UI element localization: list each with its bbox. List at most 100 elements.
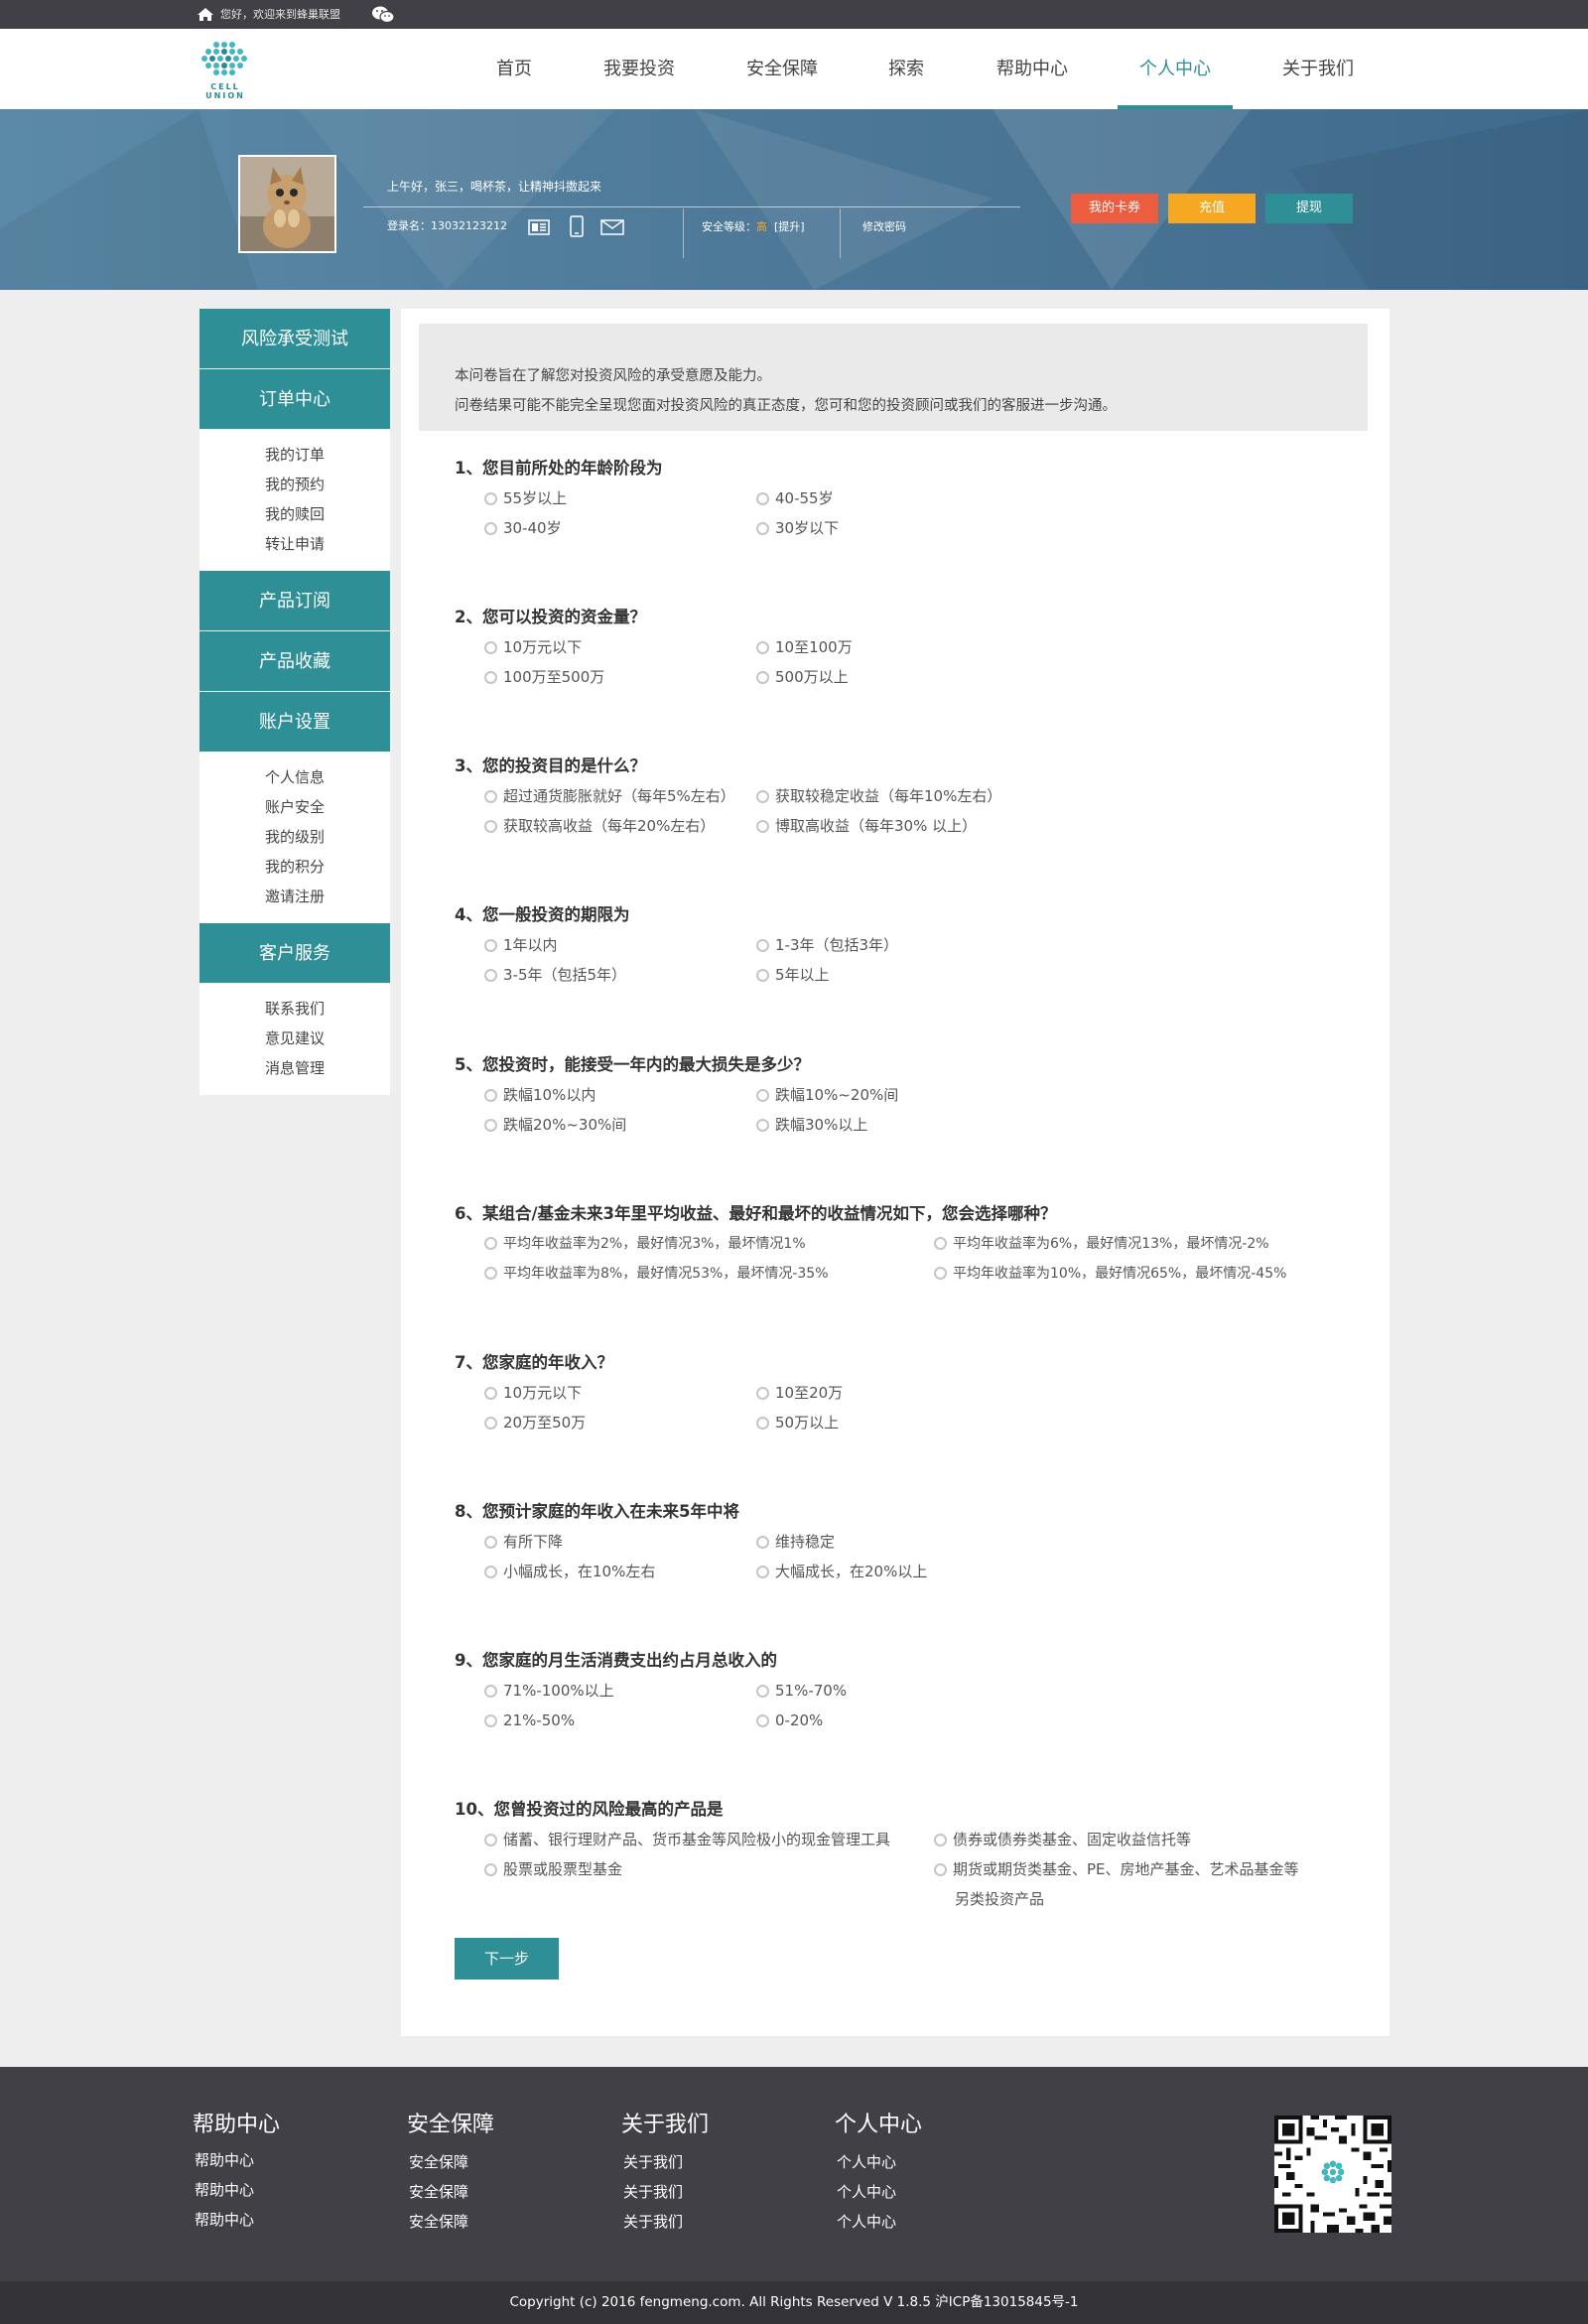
option[interactable]: 50万以上 [756, 1413, 839, 1433]
nav-explore[interactable]: 探索 [886, 29, 926, 109]
option[interactable]: 51%-70% [756, 1681, 847, 1701]
radio-icon[interactable] [484, 492, 497, 505]
radio-icon[interactable] [484, 969, 497, 982]
nav-help[interactable]: 帮助中心 [994, 29, 1070, 109]
radio-icon[interactable] [484, 1387, 497, 1400]
nav-invest[interactable]: 我要投资 [601, 29, 677, 109]
sidebar-item-invite[interactable]: 邀请注册 [199, 882, 390, 911]
radio-icon[interactable] [934, 1267, 947, 1280]
option[interactable]: 71%-100%以上 [484, 1681, 614, 1701]
option[interactable]: 超过通货膨胀就好（每年5%左右） [484, 786, 735, 806]
footer-link[interactable]: 安全保障 [409, 2177, 494, 2207]
footer-link[interactable]: 个人中心 [837, 2147, 922, 2177]
radio-icon[interactable] [484, 1417, 497, 1430]
option[interactable]: 维持稳定 [756, 1532, 835, 1552]
radio-icon[interactable] [934, 1834, 947, 1846]
id-card-icon[interactable] [528, 219, 550, 235]
sidebar-head-customer-service[interactable]: 客户服务 [199, 923, 390, 984]
sidebar-item-personal-info[interactable]: 个人信息 [199, 762, 390, 792]
radio-icon[interactable] [484, 641, 497, 654]
radio-icon[interactable] [484, 1089, 497, 1102]
option[interactable]: 100万至500万 [484, 667, 604, 687]
radio-icon[interactable] [756, 969, 769, 982]
sidebar-item-account-security[interactable]: 账户安全 [199, 792, 390, 822]
footer-link[interactable]: 帮助中心 [195, 2145, 280, 2175]
footer-link[interactable]: 关于我们 [623, 2177, 709, 2207]
sidebar-item-contact-us[interactable]: 联系我们 [199, 994, 390, 1024]
avatar[interactable] [238, 155, 336, 253]
radio-icon[interactable] [756, 1387, 769, 1400]
option[interactable]: 5年以上 [756, 965, 830, 985]
sidebar-item-my-redemptions[interactable]: 我的赎回 [199, 499, 390, 529]
radio-icon[interactable] [484, 1119, 497, 1132]
email-icon[interactable] [600, 219, 624, 235]
option[interactable]: 平均年收益率为2%，最好情况3%，最坏情况1% [484, 1234, 806, 1254]
change-password-link[interactable]: 修改密码 [862, 220, 906, 234]
radio-icon[interactable] [484, 671, 497, 684]
security-upgrade-link[interactable]: [提升] [774, 220, 805, 233]
radio-icon[interactable] [484, 1714, 497, 1727]
footer-link[interactable]: 关于我们 [623, 2207, 709, 2237]
withdraw-button[interactable]: 提现 [1265, 194, 1353, 223]
footer-link[interactable]: 安全保障 [409, 2207, 494, 2237]
sidebar-item-feedback[interactable]: 意见建议 [199, 1024, 390, 1053]
option[interactable]: 21%-50% [484, 1710, 575, 1730]
radio-icon[interactable] [484, 1566, 497, 1578]
sidebar-head-account-settings[interactable]: 账户设置 [199, 692, 390, 752]
option[interactable]: 30岁以下 [756, 518, 839, 538]
option[interactable]: 55岁以上 [484, 488, 567, 508]
next-step-button[interactable]: 下一步 [455, 1938, 559, 1980]
nav-home[interactable]: 首页 [486, 29, 542, 109]
sidebar-head-subscriptions[interactable]: 产品订阅 [199, 571, 390, 631]
radio-icon[interactable] [934, 1863, 947, 1876]
option[interactable]: 30-40岁 [484, 518, 562, 538]
radio-icon[interactable] [484, 790, 497, 803]
sidebar-head-risk-test[interactable]: 风险承受测试 [199, 309, 390, 369]
option[interactable]: 平均年收益率为8%，最好情况53%，最坏情况-35% [484, 1264, 829, 1284]
option[interactable]: 债券或债券类基金、固定收益信托等 [934, 1830, 1191, 1849]
radio-icon[interactable] [756, 1536, 769, 1549]
sidebar-item-messages[interactable]: 消息管理 [199, 1053, 390, 1083]
radio-icon[interactable] [484, 1685, 497, 1698]
radio-icon[interactable] [756, 1566, 769, 1578]
phone-icon[interactable] [570, 215, 584, 237]
sidebar-item-my-orders[interactable]: 我的订单 [199, 440, 390, 470]
option[interactable]: 平均年收益率为10%，最好情况65%，最坏情况-45% [934, 1264, 1286, 1284]
radio-icon[interactable] [756, 492, 769, 505]
nav-security[interactable]: 安全保障 [744, 29, 820, 109]
option[interactable]: 跌幅30%以上 [756, 1115, 867, 1135]
radio-icon[interactable] [484, 1536, 497, 1549]
option[interactable]: 3-5年（包括5年） [484, 965, 626, 985]
radio-icon[interactable] [484, 522, 497, 535]
option[interactable]: 10至20万 [756, 1383, 843, 1403]
option[interactable]: 1年以内 [484, 935, 558, 955]
option[interactable]: 10万元以下 [484, 1383, 582, 1403]
option[interactable]: 平均年收益率为6%，最好情况13%，最坏情况-2% [934, 1234, 1269, 1254]
radio-icon[interactable] [756, 790, 769, 803]
recharge-button[interactable]: 充值 [1168, 194, 1256, 223]
sidebar-item-my-reservations[interactable]: 我的预约 [199, 470, 390, 499]
radio-icon[interactable] [484, 1834, 497, 1846]
radio-icon[interactable] [484, 1237, 497, 1250]
option[interactable]: 跌幅20%~30%间 [484, 1115, 626, 1135]
option[interactable]: 大幅成长，在20%以上 [756, 1562, 927, 1581]
sidebar-head-favorites[interactable]: 产品收藏 [199, 631, 390, 692]
footer-link[interactable]: 个人中心 [837, 2177, 922, 2207]
option[interactable]: 储蓄、银行理财产品、货币基金等风险极小的现金管理工具 [484, 1830, 890, 1849]
option[interactable]: 40-55岁 [756, 488, 834, 508]
radio-icon[interactable] [756, 1714, 769, 1727]
radio-icon[interactable] [484, 820, 497, 833]
footer-link[interactable]: 关于我们 [623, 2147, 709, 2177]
radio-icon[interactable] [756, 820, 769, 833]
option[interactable]: 20万至50万 [484, 1413, 586, 1433]
option[interactable]: 股票或股票型基金 [484, 1859, 622, 1879]
sidebar-head-order-center[interactable]: 订单中心 [199, 369, 390, 430]
option[interactable]: 500万以上 [756, 667, 849, 687]
footer-link[interactable]: 安全保障 [409, 2147, 494, 2177]
option[interactable]: 10至100万 [756, 637, 853, 657]
sidebar-item-my-points[interactable]: 我的积分 [199, 852, 390, 882]
footer-link[interactable]: 帮助中心 [195, 2175, 280, 2205]
logo[interactable]: CELL UNION [197, 39, 252, 100]
footer-link[interactable]: 帮助中心 [195, 2205, 280, 2235]
radio-icon[interactable] [756, 1089, 769, 1102]
